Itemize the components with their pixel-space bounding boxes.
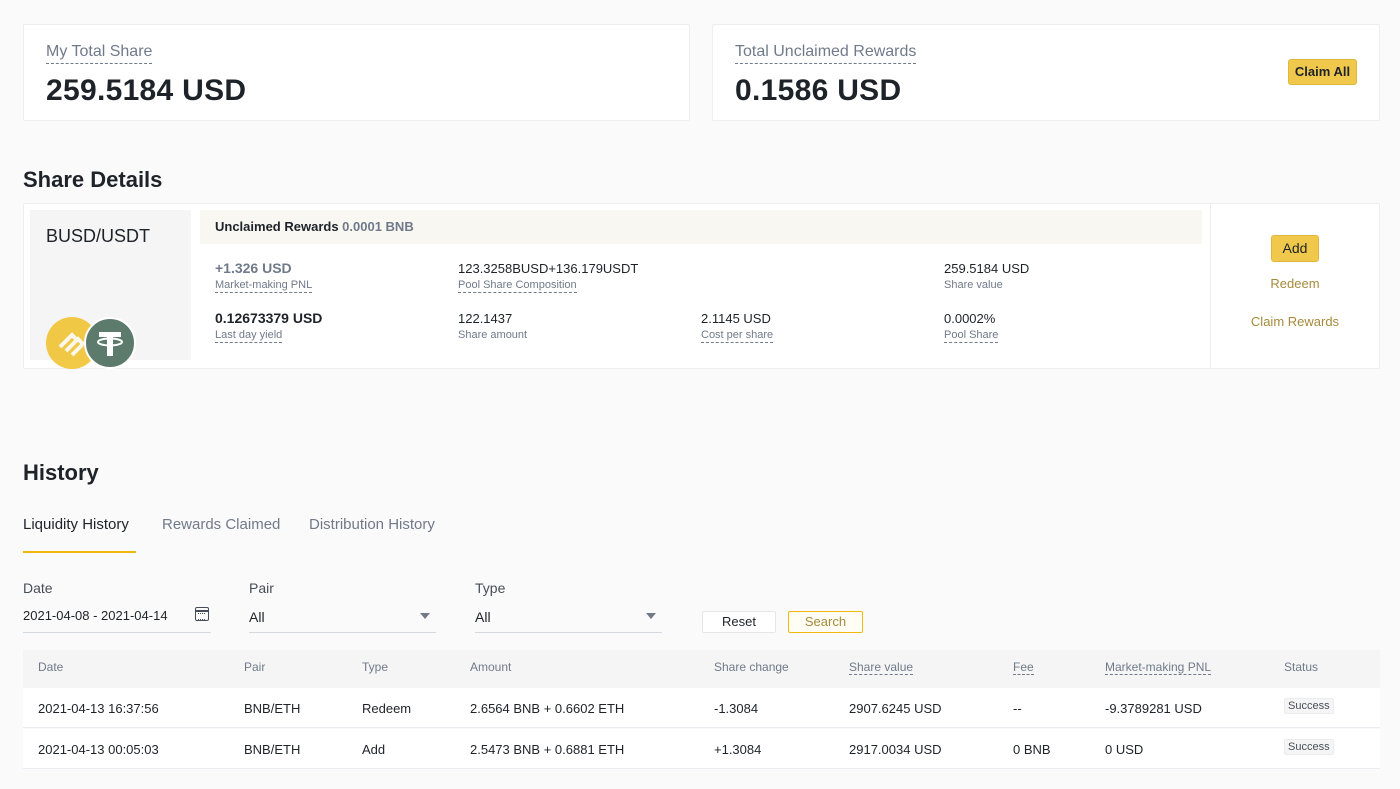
pool-share-label[interactable]: Pool Share	[944, 328, 999, 343]
column-pair: Pair	[244, 660, 266, 674]
row-amount: 2.5473 BNB + 0.6881 ETH	[470, 742, 625, 757]
row-fee: 0 BNB	[1013, 742, 1051, 757]
pair-box: BUSD/USDT	[30, 210, 191, 369]
composition-label[interactable]: Pool Share Composition	[458, 278, 577, 293]
actions-divider	[1210, 203, 1211, 368]
share-amount-value: 122.1437	[458, 311, 513, 326]
composition-value: 123.3258BUSD+136.179USDT	[458, 261, 639, 276]
pair-name: BUSD/USDT	[46, 226, 151, 246]
my-total-share-label[interactable]: My Total Share	[46, 42, 153, 64]
tab-liquidity-history[interactable]: Liquidity History	[23, 516, 129, 533]
unclaimed-rewards-label-text: Unclaimed Rewards	[215, 219, 339, 234]
row-date: 2021-04-13 16:37:56	[38, 701, 159, 716]
tab-distribution-history[interactable]: Distribution History	[309, 516, 435, 533]
row-pnl: -9.3789281 USD	[1105, 701, 1202, 716]
row-pnl: 0 USD	[1105, 742, 1144, 757]
yield-label[interactable]: Last day yield	[215, 328, 283, 343]
pair-select-value: All	[249, 609, 265, 625]
row-fee: --	[1013, 701, 1022, 716]
column-date: Date	[38, 660, 64, 674]
pair-filter-label: Pair	[249, 580, 274, 596]
share-value-label: Share value	[944, 279, 1003, 291]
calendar-icon[interactable]	[195, 607, 209, 621]
row-amount: 2.6564 BNB + 0.6602 ETH	[470, 701, 625, 716]
pnl-value: +1.326 USD	[215, 260, 292, 276]
column-amount: Amount	[470, 660, 512, 674]
total-unclaimed-label[interactable]: Total Unclaimed Rewards	[735, 42, 917, 64]
row-share-value: 2907.6245 USD	[849, 701, 942, 716]
unclaimed-rewards-bar: Unclaimed Rewards 0.0001 BNB	[200, 210, 1202, 244]
column-market-making-pnl[interactable]: Market-making PNL	[1105, 660, 1212, 675]
search-button[interactable]: Search	[788, 611, 863, 633]
pnl-label[interactable]: Market-making PNL	[215, 278, 313, 293]
type-select[interactable]: All	[475, 605, 662, 633]
yield-value: 0.12673379 USD	[215, 310, 323, 326]
type-chevron-down-icon	[646, 613, 656, 619]
row-type: Add	[362, 742, 386, 757]
date-filter-label: Date	[23, 580, 53, 596]
my-total-share-value: 259.5184 USD	[46, 74, 247, 107]
cost-per-share-label[interactable]: Cost per share	[701, 328, 774, 343]
active-tab-indicator	[23, 551, 136, 553]
type-filter-label: Type	[475, 580, 506, 596]
column-type: Type	[362, 660, 389, 674]
column-fee[interactable]: Fee	[1013, 660, 1034, 675]
claim-all-button[interactable]: Claim All	[1288, 59, 1357, 85]
status-badge: Success	[1284, 739, 1334, 755]
status-badge: Success	[1284, 698, 1334, 714]
pair-select[interactable]: All	[249, 605, 436, 633]
add-button[interactable]: Add	[1271, 235, 1319, 262]
row-share-change: +1.3084	[714, 742, 762, 757]
row-pair: BNB/ETH	[244, 701, 301, 716]
usdt-icon	[84, 317, 136, 369]
share-details-title: Share Details	[23, 167, 163, 192]
total-unclaimed-value: 0.1586 USD	[735, 74, 902, 107]
reset-button[interactable]: Reset	[702, 611, 776, 633]
date-range-value: 2021-04-08 - 2021-04-14	[23, 608, 168, 623]
my-total-share-card: My Total Share 259.5184 USD	[23, 24, 690, 121]
row-share-value: 2917.0034 USD	[849, 742, 942, 757]
claim-rewards-link[interactable]: Claim Rewards	[1230, 314, 1360, 329]
table-row	[23, 729, 1380, 769]
type-select-value: All	[475, 609, 491, 625]
redeem-link[interactable]: Redeem	[1240, 276, 1350, 291]
row-date: 2021-04-13 00:05:03	[38, 742, 159, 757]
column-share-change: Share change	[714, 660, 789, 674]
row-type: Redeem	[362, 701, 412, 716]
pair-chevron-down-icon	[420, 613, 430, 619]
pool-share-value: 0.0002%	[944, 311, 996, 326]
total-unclaimed-card: Total Unclaimed Rewards 0.1586 USD Claim…	[712, 24, 1380, 121]
history-title: History	[23, 460, 99, 485]
column-share-value[interactable]: Share value	[849, 660, 914, 675]
unclaimed-rewards-value: 0.0001 BNB	[342, 219, 414, 234]
row-pair: BNB/ETH	[244, 742, 301, 757]
column-status: Status	[1284, 660, 1319, 674]
cost-per-share-value: 2.1145 USD	[701, 311, 771, 326]
share-amount-label: Share amount	[458, 329, 528, 341]
date-range-picker[interactable]: 2021-04-08 - 2021-04-14	[23, 605, 211, 633]
share-value-value: 259.5184 USD	[944, 261, 1030, 276]
row-share-change: -1.3084	[714, 701, 759, 716]
unclaimed-rewards-label: Unclaimed Rewards 0.0001 BNB	[215, 219, 414, 234]
tab-rewards-claimed[interactable]: Rewards Claimed	[162, 516, 280, 533]
